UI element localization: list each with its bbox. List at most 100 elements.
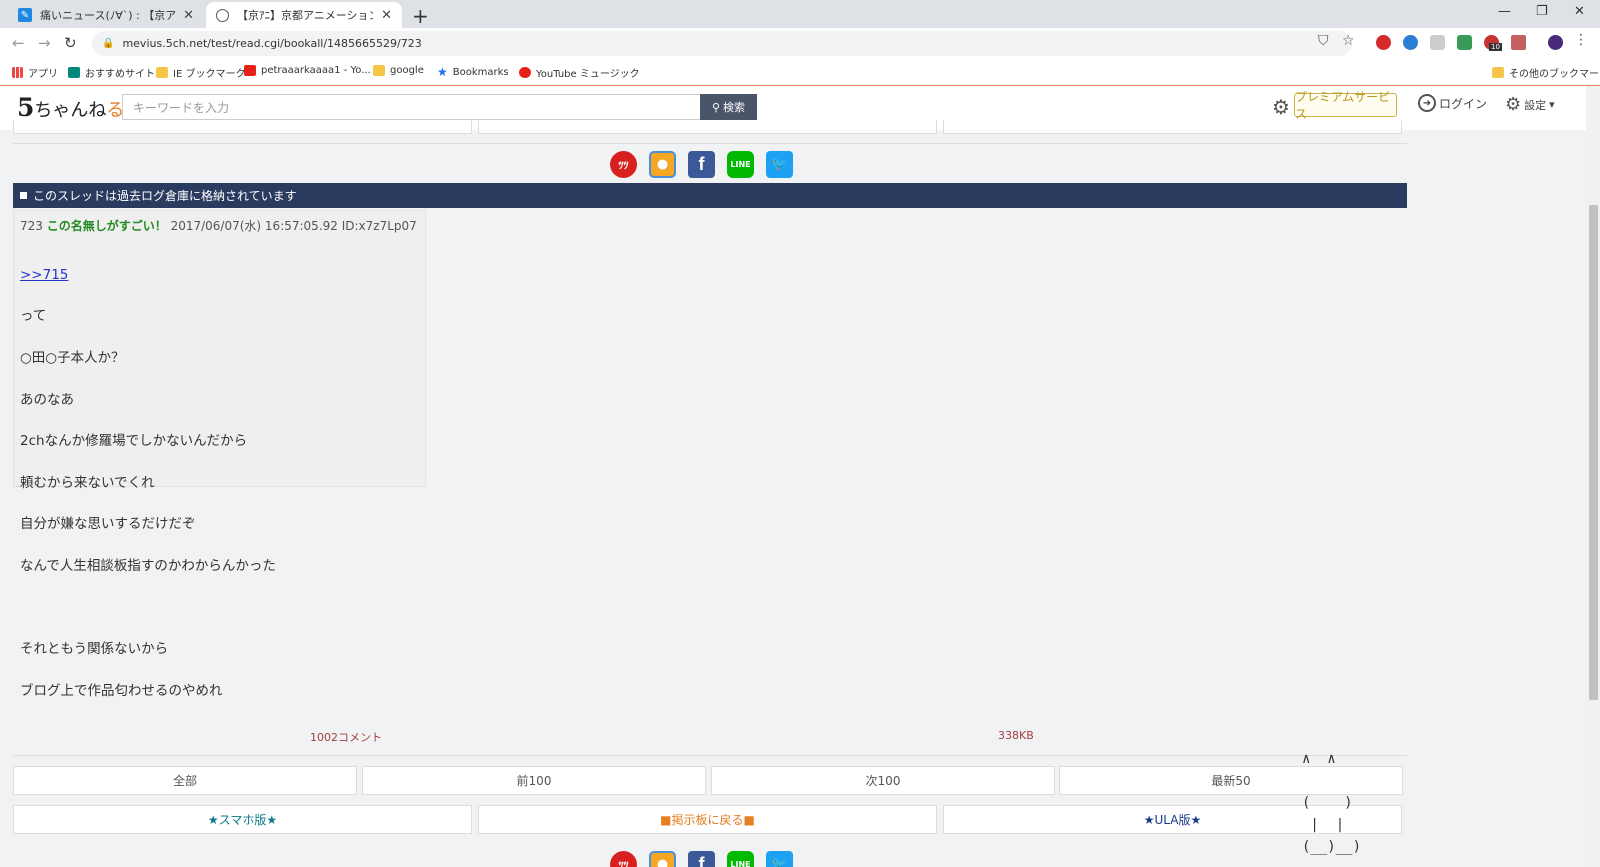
profile-avatar[interactable] bbox=[1548, 35, 1563, 50]
new-tab-icon[interactable]: + bbox=[412, 4, 429, 28]
browser-tab-bar: ✎ 痛いニュース(ﾉ∀`) : 【京アニ放火】容 ✕ 【京ｱﾆ】京都アニメーショ… bbox=[0, 0, 1600, 28]
divider bbox=[13, 143, 1407, 144]
reload-icon[interactable]: ↻ bbox=[64, 34, 77, 52]
back-to-board-link[interactable]: ■掲示板に戻る■ bbox=[478, 805, 937, 834]
search-input[interactable]: キーワードを入力 bbox=[122, 94, 701, 120]
folder-icon bbox=[156, 67, 168, 78]
post-header: 723 この名無しがすごい！ 2017/06/07(水) 16:57:05.92… bbox=[20, 217, 419, 234]
archived-banner: このスレッドは過去ログ倉庫に格納されています bbox=[13, 183, 1407, 208]
ascii-art-cat: ∧ ∧ ( ) | | (__)__) bbox=[1302, 751, 1362, 855]
restore-icon[interactable]: ❐ bbox=[1536, 4, 1548, 19]
scrollbar-thumb[interactable] bbox=[1589, 205, 1598, 700]
bookmark-recommended[interactable]: おすすめサイト bbox=[68, 65, 155, 80]
post-723: 723 この名無しがすごい！ 2017/06/07(水) 16:57:05.92… bbox=[13, 210, 426, 699]
star-icon[interactable]: ☆ bbox=[1342, 33, 1355, 49]
facebook-icon[interactable]: f bbox=[688, 151, 715, 178]
gear-icon: ⚙ bbox=[1505, 94, 1522, 115]
pocket-icon[interactable]: ● bbox=[649, 151, 676, 178]
site-logo[interactable]: 5ちゃんねる bbox=[17, 93, 124, 122]
bookmark-other[interactable]: その他のブックマーク bbox=[1492, 65, 1600, 80]
bookmark-apps[interactable]: アプリ bbox=[12, 65, 58, 80]
post-line: 自分が嫌な思いするだけだぞ bbox=[20, 516, 196, 533]
medal-icon: ⚙ bbox=[1272, 95, 1290, 119]
next-100-button[interactable]: 次100 bbox=[711, 766, 1055, 795]
block-icon[interactable]: ⛉ bbox=[1318, 33, 1329, 49]
top-link-remnant[interactable] bbox=[13, 120, 472, 134]
post-number: 723 bbox=[20, 219, 43, 233]
smartphone-version-link[interactable]: ★スマホ版★ bbox=[13, 805, 472, 834]
lock-icon: 🔒 bbox=[102, 38, 115, 49]
post-line: って bbox=[20, 308, 47, 325]
globe-icon bbox=[216, 8, 229, 22]
star-icon: ★ bbox=[437, 65, 448, 79]
extension-red-icon[interactable] bbox=[1376, 35, 1391, 50]
youtube-icon bbox=[244, 65, 256, 76]
close-icon[interactable]: ✕ bbox=[183, 8, 194, 23]
tab-5ch-thread[interactable]: 【京ｱﾆ】京都アニメーション大賞【KAN ✕ bbox=[206, 2, 402, 28]
top-link-row bbox=[13, 120, 1405, 134]
close-icon[interactable]: ✕ bbox=[381, 8, 392, 23]
bookmark-bookmarks[interactable]: ★ Bookmarks bbox=[437, 65, 509, 79]
facebook-icon[interactable]: f bbox=[688, 851, 715, 867]
menu-icon[interactable]: ⋮ bbox=[1574, 32, 1589, 48]
divider bbox=[13, 755, 1407, 756]
post-line: ○田○子本人か？ bbox=[20, 349, 125, 366]
top-link-remnant[interactable] bbox=[478, 120, 937, 134]
all-button[interactable]: 全部 bbox=[13, 766, 357, 795]
link-row: ★スマホ版★ ■掲示板に戻る■ ★ULA版★ bbox=[13, 805, 1407, 834]
url-text: mevius.5ch.net/test/read.cgi/bookall/148… bbox=[122, 37, 422, 50]
twitter-icon[interactable]: 🐦 bbox=[766, 151, 793, 178]
hatena-icon[interactable]: ﾂﾂ bbox=[610, 151, 637, 178]
post-line: ブログ上で作品匂わせるのやめれ bbox=[20, 682, 223, 699]
post-line: 2chなんか修羅場でしかないんだから bbox=[20, 433, 248, 450]
reply-anchor-link[interactable]: >>715 bbox=[20, 265, 419, 286]
prev-100-button[interactable]: 前100 bbox=[362, 766, 706, 795]
settings-button[interactable]: ⚙ 設定 ▾ bbox=[1505, 94, 1555, 115]
top-link-remnant[interactable] bbox=[943, 120, 1402, 134]
share-icons-bottom: ﾂﾂ ● f LINE 🐦 bbox=[610, 851, 793, 867]
address-toolbar: ← → ↻ 🔒 mevius.5ch.net/test/read.cgi/boo… bbox=[0, 28, 1600, 59]
bookmarks-bar: アプリ おすすめサイト IE ブックマーク petraaarkaaaa1 - Y… bbox=[0, 59, 1600, 86]
share-icons: ﾂﾂ ● f LINE 🐦 bbox=[610, 151, 793, 178]
search-button[interactable]: ⚲ 検索 bbox=[700, 94, 757, 120]
bookmark-youtube-music[interactable]: YouTube ミュージック bbox=[519, 65, 640, 80]
tab-title: 痛いニュース(ﾉ∀`) : 【京アニ放火】容 bbox=[40, 9, 176, 22]
login-button[interactable]: ➜ ログイン bbox=[1418, 94, 1487, 112]
extension-blue-icon[interactable] bbox=[1403, 35, 1418, 50]
post-id[interactable]: ID:x7z7Lp07 bbox=[342, 219, 417, 233]
post-body: >>715 って ○田○子本人か？ あのなあ 2chなんか修羅場でしかないんだか… bbox=[20, 244, 419, 722]
line-icon[interactable]: LINE bbox=[727, 851, 754, 867]
extension-badge-count: 10 bbox=[1489, 43, 1502, 51]
close-window-icon[interactable]: ✕ bbox=[1574, 4, 1585, 19]
back-icon[interactable]: ← bbox=[12, 34, 25, 52]
post-author: この名無しがすごい！ bbox=[46, 219, 167, 233]
chevron-down-icon: ▾ bbox=[1549, 98, 1555, 111]
pocket-icon[interactable]: ● bbox=[649, 851, 676, 867]
post-line bbox=[20, 598, 419, 619]
login-icon: ➜ bbox=[1418, 94, 1436, 112]
search-icon: ⚲ bbox=[711, 100, 721, 114]
line-icon[interactable]: LINE bbox=[727, 151, 754, 178]
hatena-icon[interactable]: ﾂﾂ bbox=[610, 851, 637, 867]
bing-icon bbox=[68, 67, 80, 78]
pagination-row: 全部 前100 次100 最新50 bbox=[13, 766, 1407, 795]
twitter-icon[interactable]: 🐦 bbox=[766, 851, 793, 867]
post-date: 2017/06/07(水) 16:57:05.92 bbox=[170, 219, 338, 233]
extension-badge-icon[interactable]: 10 bbox=[1484, 35, 1502, 51]
bookmark-youtube-channel[interactable]: petraaarkaaaa1 - Yo... bbox=[244, 65, 371, 76]
url-bar[interactable]: 🔒 mevius.5ch.net/test/read.cgi/bookall/1… bbox=[92, 31, 1352, 56]
post-line: なんで人生相談板指すのかわからんかった bbox=[20, 557, 276, 574]
folder-icon bbox=[1492, 67, 1504, 78]
post-line: 頼むから来ないでくれ bbox=[20, 474, 155, 491]
bookmark-ie[interactable]: IE ブックマーク bbox=[156, 65, 245, 80]
extension-shield-icon[interactable] bbox=[1430, 35, 1445, 50]
news-favicon-icon: ✎ bbox=[18, 8, 32, 22]
post-line: あのなあ bbox=[20, 391, 74, 408]
forward-icon[interactable]: → bbox=[38, 34, 51, 52]
bookmark-google[interactable]: google bbox=[373, 65, 424, 76]
minimize-icon[interactable]: — bbox=[1498, 4, 1511, 19]
extension-pdf-icon[interactable] bbox=[1511, 35, 1526, 50]
extension-recycle-icon[interactable] bbox=[1457, 35, 1472, 50]
premium-service-button[interactable]: プレミアムサービス bbox=[1294, 90, 1397, 121]
tab-itai-news[interactable]: ✎ 痛いニュース(ﾉ∀`) : 【京アニ放火】容 ✕ bbox=[8, 2, 204, 28]
